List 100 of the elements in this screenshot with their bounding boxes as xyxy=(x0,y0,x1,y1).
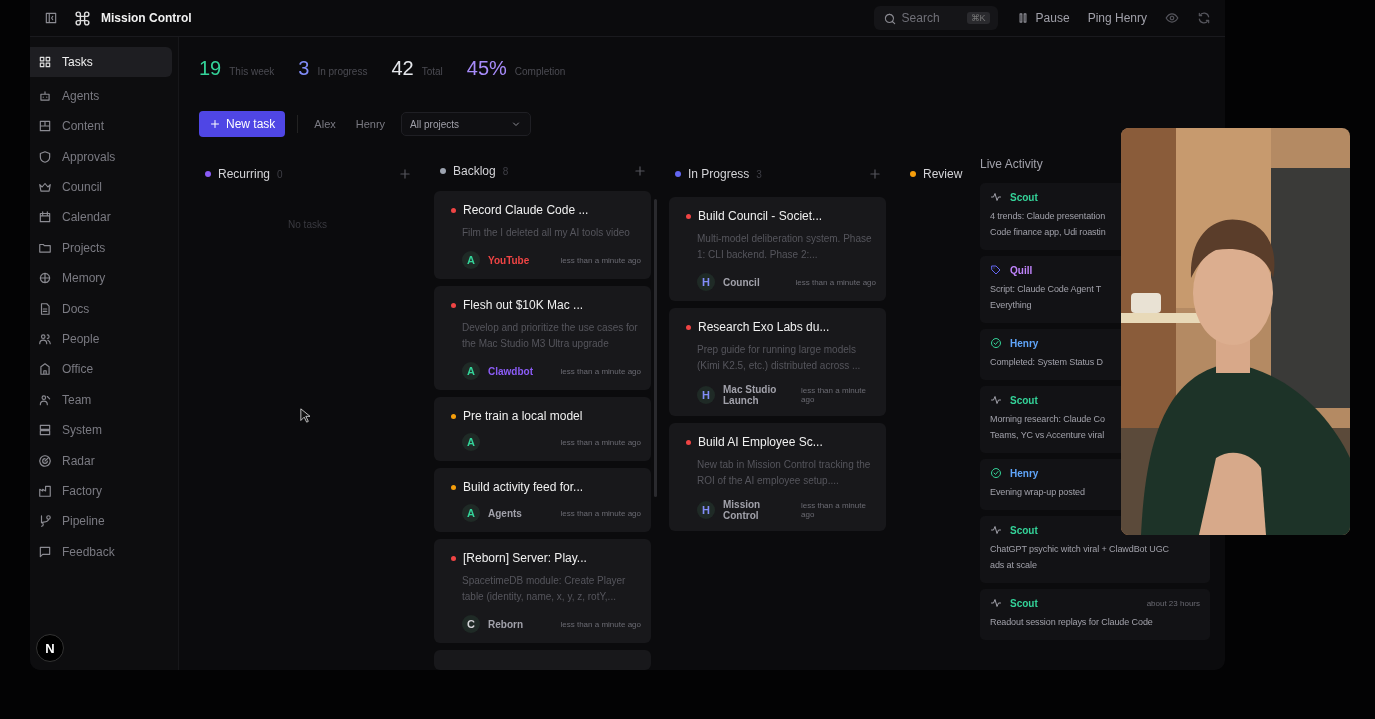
avatar: A xyxy=(462,362,480,380)
agent-name: Scout xyxy=(1010,394,1038,406)
stat-value: 19 xyxy=(199,57,222,80)
activity-text: Evening wrap-up posted xyxy=(990,486,1086,499)
task-card[interactable]: Flesh out $10K Mac ... Develop and prioritize the use cases for the Mac Studio M3 Ultra upgrade A Clawdbot less than a minute ago xyxy=(434,286,651,390)
sidebar-item[interactable]: People xyxy=(30,327,172,351)
sidebar-toggle-icon[interactable] xyxy=(44,11,58,25)
shortcut-badge: ⌘K xyxy=(966,12,990,24)
pause-button[interactable]: Pause xyxy=(1015,11,1070,25)
sidebar-item[interactable]: Memory xyxy=(30,266,172,290)
task-card[interactable]: Build Council - Societ... Multi-model deliberation system. Phase 1: CLI backend. Phase 2:... H Council less than a minute ago xyxy=(669,197,886,301)
nav-icon xyxy=(38,149,52,164)
sidebar-item[interactable]: Pipeline xyxy=(30,509,172,533)
card-description: Prep guide for running large models (Kimi K2.5, etc.) distributed across ... xyxy=(697,343,862,373)
column-title: Review xyxy=(923,167,963,181)
project-tag: Mission Control xyxy=(723,499,793,521)
nav-icon xyxy=(38,88,52,103)
ping-button[interactable]: Ping Henry xyxy=(1087,11,1147,25)
project-tag: YouTube xyxy=(488,254,530,266)
sidebar-item[interactable]: Calendar xyxy=(30,205,172,229)
agent-name: Henry xyxy=(1010,467,1039,479)
cursor-icon xyxy=(300,408,310,423)
activity-text: ChatGPT psychic witch viral + ClawdBot UGC ads at scale xyxy=(990,543,1170,572)
task-card[interactable]: Pre train a local model A less than a minute ago xyxy=(434,397,651,461)
card-time: less than a minute ago xyxy=(560,619,641,629)
scrollbar[interactable] xyxy=(654,199,657,497)
nav-icon xyxy=(38,301,52,316)
avatar: A xyxy=(462,251,480,269)
card-title: Flesh out $10K Mac ... xyxy=(463,298,584,312)
card-title: [Reborn] Server: Play... xyxy=(463,551,587,565)
plus-icon[interactable] xyxy=(633,164,647,178)
sidebar-item[interactable]: Projects xyxy=(30,236,172,260)
card-title: Record Claude Code ... xyxy=(463,203,589,217)
task-card[interactable]: Build activity feed for... A Agents less than a minute ago xyxy=(434,468,651,532)
window-title: Mission Control xyxy=(101,11,192,25)
card-description: SpacetimeDB module: Create Player table (identity, name, x, y, z, rotY,... xyxy=(462,574,627,604)
card-title: Build AI Employee Sc... xyxy=(698,435,823,449)
stat-value: 3 xyxy=(298,57,310,80)
stat-label: Total xyxy=(421,66,443,77)
sidebar-item[interactable]: Feedback xyxy=(30,540,172,564)
nav-icon xyxy=(38,514,52,529)
activity-text: Script: Claude Code Agent T Everything xyxy=(990,283,1103,312)
plus-icon[interactable] xyxy=(398,167,412,181)
card-description: Multi-model deliberation system. Phase 1: CLI backend. Phase 2:... xyxy=(697,232,873,262)
sidebar-item[interactable]: Approvals xyxy=(30,145,172,169)
stat-label: This week xyxy=(229,66,275,77)
task-card[interactable]: [Reborn] Server: Play... SpacetimeDB module: Create Player table (identity, name, x, y, z, rotY,... C Reborn less than a minute ago xyxy=(434,539,651,643)
avatar: H xyxy=(697,273,715,291)
activity-text: 4 trends: Claude presentation Code finance app, Udi roastin xyxy=(990,210,1107,239)
card-title: Pre train a local model xyxy=(463,409,583,423)
project-tag: Agents xyxy=(488,507,522,519)
nav-icon xyxy=(38,55,52,69)
sidebar-item[interactable]: Factory xyxy=(30,479,172,503)
sidebar-item[interactable]: Docs xyxy=(30,297,172,321)
eye-icon[interactable] xyxy=(1165,11,1179,25)
card-description: Develop and prioritize the use cases for the Mac Studio M3 Ultra upgrade xyxy=(462,321,639,351)
nav-icon xyxy=(38,271,52,286)
sidebar-item[interactable]: System xyxy=(30,418,172,442)
card-time: less than a minute ago xyxy=(795,277,876,287)
project-select[interactable]: All projects xyxy=(401,112,532,136)
project-tag: Council xyxy=(723,276,760,288)
filter-button[interactable]: Alex xyxy=(310,116,340,132)
sidebar-item[interactable]: Office xyxy=(30,357,172,381)
avatar: H xyxy=(697,501,715,519)
card-time: less than a minute ago xyxy=(560,366,641,376)
refresh-icon[interactable] xyxy=(1197,11,1211,25)
card-time: less than a minute ago xyxy=(560,437,641,447)
card-time: less than a minute ago xyxy=(801,386,867,404)
sidebar-item[interactable]: Agents xyxy=(30,84,172,108)
nav-icon xyxy=(38,180,52,195)
column-title: Recurring xyxy=(218,167,271,181)
nav-icon xyxy=(38,423,52,438)
activity-time: about 23 hours xyxy=(1146,598,1200,608)
card-time: less than a minute ago xyxy=(801,501,867,519)
card-title: Build Council - Societ... xyxy=(698,209,823,223)
nav-icon xyxy=(38,119,52,134)
avatar: H xyxy=(697,386,715,404)
stat-label: In progress xyxy=(317,66,368,77)
plus-icon[interactable] xyxy=(868,167,882,181)
project-tag: Clawdbot xyxy=(488,365,533,377)
sidebar-item[interactable]: Tasks xyxy=(30,47,172,77)
stat-value: 45% xyxy=(466,57,507,80)
agent-name: Scout xyxy=(1010,597,1038,609)
nav-icon xyxy=(38,544,52,559)
panel-title: Live Activity xyxy=(980,157,1044,171)
column-title: In Progress xyxy=(688,167,750,181)
stat-label: Completion xyxy=(514,66,566,77)
plus-icon xyxy=(209,118,221,130)
activity-text: Morning research: Claude Co Teams, YC vs Accenture viral xyxy=(990,413,1106,442)
filter-button[interactable]: Henry xyxy=(351,116,390,132)
column-title: Backlog xyxy=(453,164,496,178)
task-card[interactable]: Research Exo Labs du... Prep guide for running large models (Kimi K2.5, etc.) distributed across ... H Mac Studio Launch less than a minute ago xyxy=(669,308,886,416)
sidebar-item[interactable]: Radar xyxy=(30,449,172,473)
command-icon xyxy=(74,9,91,27)
nav-icon xyxy=(38,332,52,346)
new-task-button[interactable]: New task xyxy=(199,111,286,137)
sidebar-item[interactable]: Team xyxy=(30,388,172,412)
sidebar-item[interactable]: Council xyxy=(30,175,172,199)
sidebar-item[interactable]: Content xyxy=(30,114,172,138)
agent-name: Scout xyxy=(1010,191,1038,203)
